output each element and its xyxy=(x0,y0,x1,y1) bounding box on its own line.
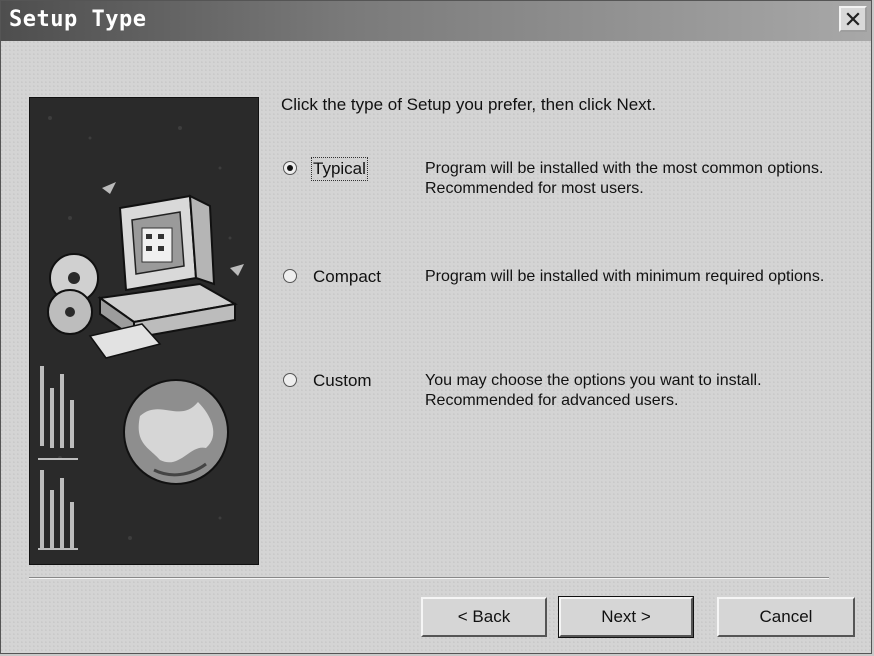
radio-custom[interactable] xyxy=(283,373,297,387)
computer-illustration-icon xyxy=(30,98,258,564)
option-description-custom: You may choose the options you want to i… xyxy=(425,372,762,409)
instruction-text: Click the type of Setup you prefer, then… xyxy=(281,95,657,114)
option-description-typical: Program will be installed with the most … xyxy=(425,160,824,197)
option-description-compact: Program will be installed with minimum r… xyxy=(425,268,825,285)
option-label-typical[interactable]: Typical xyxy=(311,157,368,181)
title-bar[interactable]: Setup Type xyxy=(1,1,871,41)
option-typical[interactable]: Typical Program will be installed with t… xyxy=(283,157,843,219)
option-label-compact[interactable]: Compact xyxy=(313,267,381,287)
option-custom[interactable]: Custom You may choose the options you wa… xyxy=(283,371,843,431)
setup-illustration xyxy=(29,97,259,565)
window-title: Setup Type xyxy=(9,7,147,32)
setup-type-dialog: Setup Type Click the type of Setup you p… xyxy=(0,0,872,654)
option-label-custom[interactable]: Custom xyxy=(313,371,372,391)
radio-compact[interactable] xyxy=(283,269,297,283)
back-button[interactable]: < Back xyxy=(421,597,547,637)
separator xyxy=(29,577,829,579)
close-button[interactable] xyxy=(839,6,867,32)
close-icon xyxy=(846,12,860,26)
cancel-button[interactable]: Cancel xyxy=(717,597,855,637)
option-compact[interactable]: Compact Program will be installed with m… xyxy=(283,267,843,327)
radio-typical[interactable] xyxy=(283,161,297,175)
next-button[interactable]: Next > xyxy=(558,596,694,638)
